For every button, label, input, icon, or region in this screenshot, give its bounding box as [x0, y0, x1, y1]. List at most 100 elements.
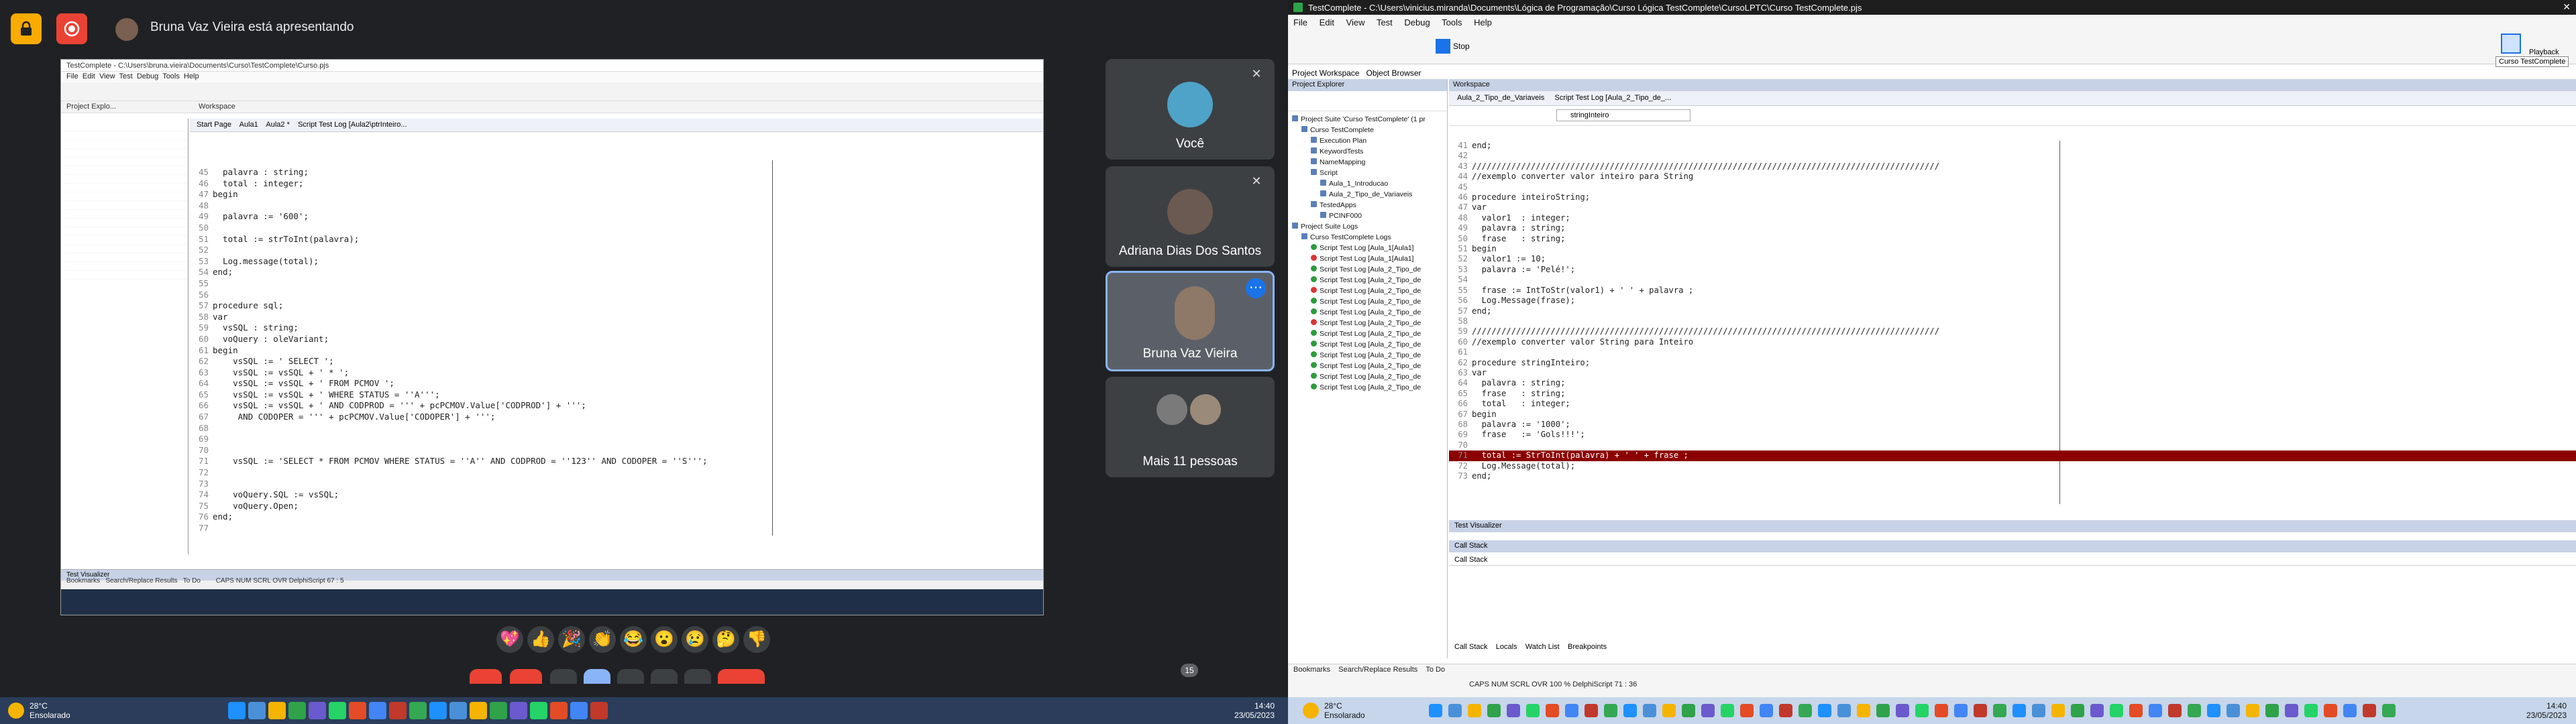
taskbar-app-icon[interactable]	[1487, 704, 1501, 717]
taskbar-app-icon[interactable]	[1799, 704, 1812, 717]
tree-item[interactable]: Curso TestComplete	[1292, 125, 1447, 135]
taskbar-app-icon[interactable]	[2324, 704, 2337, 717]
taskbar-app-icon[interactable]	[1429, 704, 1442, 717]
reaction-clap[interactable]: 👏	[589, 626, 616, 653]
taskbar-app-icon[interactable]	[1468, 704, 1481, 717]
taskbar-app-icon[interactable]	[1526, 704, 1540, 717]
taskbar-app-icon[interactable]	[1740, 704, 1754, 717]
reaction-thumbs-down[interactable]: 👎	[743, 626, 770, 653]
lock-icon[interactable]	[11, 13, 42, 44]
taskbar-app-icon[interactable]	[2285, 704, 2298, 717]
taskbar-app-icon[interactable]	[329, 702, 346, 719]
taskbar-app-icon[interactable]	[389, 702, 407, 719]
taskbar-app-icon[interactable]	[2168, 704, 2182, 717]
taskbar-app-icon[interactable]	[510, 702, 527, 719]
tab-todo[interactable]: To Do	[1426, 666, 1445, 674]
tree-item[interactable]: PCINF000	[1292, 210, 1447, 221]
captions-button[interactable]	[550, 669, 577, 684]
taskbar-app-icon[interactable]	[1954, 704, 1968, 717]
taskbar-app-icon[interactable]	[2382, 704, 2396, 717]
taskbar-app-icon[interactable]	[550, 702, 568, 719]
taskbar-app-icon[interactable]	[228, 702, 246, 719]
taskbar-app-icon[interactable]	[470, 702, 487, 719]
taskbar-app-icon[interactable]	[309, 702, 326, 719]
present-button[interactable]	[617, 669, 644, 684]
taskbar-app-icon[interactable]	[349, 702, 366, 719]
tree-item[interactable]: Script Test Log [Aula_2_Tipo_de	[1292, 264, 1447, 275]
taskbar-app-icon[interactable]	[449, 702, 467, 719]
reaction-party[interactable]: 🎉	[558, 626, 585, 653]
participant-tile-adriana[interactable]: ✕ Adriana Dias Dos Santos	[1106, 166, 1275, 267]
clock[interactable]: 14:40 23/05/2023	[2516, 701, 2567, 720]
taskbar-app-icon[interactable]	[1993, 704, 2006, 717]
taskbar-app-icon[interactable]	[1565, 704, 1578, 717]
reaction-sad[interactable]: 😢	[682, 626, 708, 653]
reaction-thinking[interactable]: 🤔	[712, 626, 739, 653]
taskbar-app-icon[interactable]	[2149, 704, 2162, 717]
taskbar-app-icon[interactable]	[409, 702, 427, 719]
taskbar-app-icon[interactable]	[2207, 704, 2220, 717]
tab-watch-list[interactable]: Watch List	[1525, 643, 1560, 651]
taskbar-app-icon[interactable]	[1585, 704, 1598, 717]
tree-item[interactable]: Script Test Log [Aula_2_Tipo_de	[1292, 371, 1447, 382]
taskbar-app-icon[interactable]	[1857, 704, 1870, 717]
taskbar-app-icon[interactable]	[2188, 704, 2201, 717]
taskbar-app-icon[interactable]	[2226, 704, 2240, 717]
taskbar-app-icon[interactable]	[1779, 704, 1792, 717]
tree-item[interactable]: Execution Plan	[1292, 135, 1447, 146]
mic-button[interactable]	[470, 669, 502, 684]
raise-hand-button[interactable]	[651, 669, 678, 684]
reaction-laugh[interactable]: 😂	[620, 626, 647, 653]
tree-item[interactable]: Aula_1_Introducao	[1292, 178, 1447, 189]
reaction-surprised[interactable]: 😮	[651, 626, 678, 653]
tree-item[interactable]: TestedApps	[1292, 200, 1447, 210]
participant-tile-voce[interactable]: ✕ Você	[1106, 59, 1275, 160]
taskbar-app-icon[interactable]	[590, 702, 608, 719]
tree-item[interactable]: Script Test Log [Aula_2_Tipo_de	[1292, 296, 1447, 307]
taskbar-app-icon[interactable]	[2110, 704, 2123, 717]
stop-icon[interactable]	[1436, 39, 1450, 54]
menu-debug[interactable]: Debug	[1404, 17, 1430, 27]
taskbar-app-icon[interactable]	[2246, 704, 2259, 717]
reaction-thumbs-up[interactable]: 👍	[527, 626, 554, 653]
tab-object-browser[interactable]: Object Browser	[1366, 68, 1421, 78]
taskbar-app-icon[interactable]	[2071, 704, 2084, 717]
tree-item[interactable]: Script Test Log [Aula_2_Tipo_de	[1292, 339, 1447, 350]
reactions-button[interactable]	[584, 669, 610, 684]
record-icon[interactable]	[56, 13, 87, 44]
more-button[interactable]	[684, 669, 711, 684]
tree-item[interactable]: Project Suite Logs	[1292, 221, 1447, 232]
taskbar-app-icon[interactable]	[2090, 704, 2104, 717]
tab-script-log[interactable]: Script Test Log [Aula_2_Tipo_de_...	[1555, 94, 1672, 102]
taskbar-app-icon[interactable]	[570, 702, 588, 719]
taskbar-app-icon[interactable]	[288, 702, 306, 719]
taskbar-app-icon[interactable]	[1974, 704, 1987, 717]
tab-project-workspace[interactable]: Project Workspace	[1292, 68, 1359, 78]
clock[interactable]: 14:40 23/05/2023	[1221, 701, 1275, 720]
taskbar-app-icon[interactable]	[1662, 704, 1676, 717]
taskbar-app-icon[interactable]	[1935, 704, 1948, 717]
tree-item[interactable]: Curso TestComplete Logs	[1292, 232, 1447, 243]
taskbar-app-icon[interactable]	[2012, 704, 2026, 717]
tree-item[interactable]: Script Test Log [Aula_2_Tipo_de	[1292, 307, 1447, 318]
tree-item[interactable]: KeywordTests	[1292, 146, 1447, 157]
taskbar-app-icon[interactable]	[1623, 704, 1637, 717]
camera-button[interactable]	[510, 669, 542, 684]
taskbar-app-icon[interactable]	[1896, 704, 1909, 717]
taskbar-app-icon[interactable]	[429, 702, 447, 719]
tab-breakpoints[interactable]: Breakpoints	[1568, 643, 1607, 651]
leave-call-button[interactable]	[718, 669, 765, 684]
tab-call-stack[interactable]: Call Stack	[1454, 643, 1488, 651]
tree-item[interactable]: Script Test Log [Aula_2_Tipo_de	[1292, 286, 1447, 296]
tree-item[interactable]: NameMapping	[1292, 157, 1447, 168]
tree-item[interactable]: Project Suite 'Curso TestComplete' (1 pr	[1292, 114, 1447, 125]
taskbar-app-icon[interactable]	[1818, 704, 1831, 717]
weather-widget[interactable]: 28°C Ensolarado	[30, 701, 70, 720]
taskbar-app-icon[interactable]	[2304, 704, 2318, 717]
taskbar-app-icon[interactable]	[1876, 704, 1890, 717]
taskbar-app-icon[interactable]	[1721, 704, 1734, 717]
taskbar-app-icon[interactable]	[2265, 704, 2279, 717]
menu-tools[interactable]: Tools	[1442, 17, 1462, 27]
taskbar-app-icon[interactable]	[369, 702, 386, 719]
taskbar-app-icon[interactable]	[1701, 704, 1715, 717]
